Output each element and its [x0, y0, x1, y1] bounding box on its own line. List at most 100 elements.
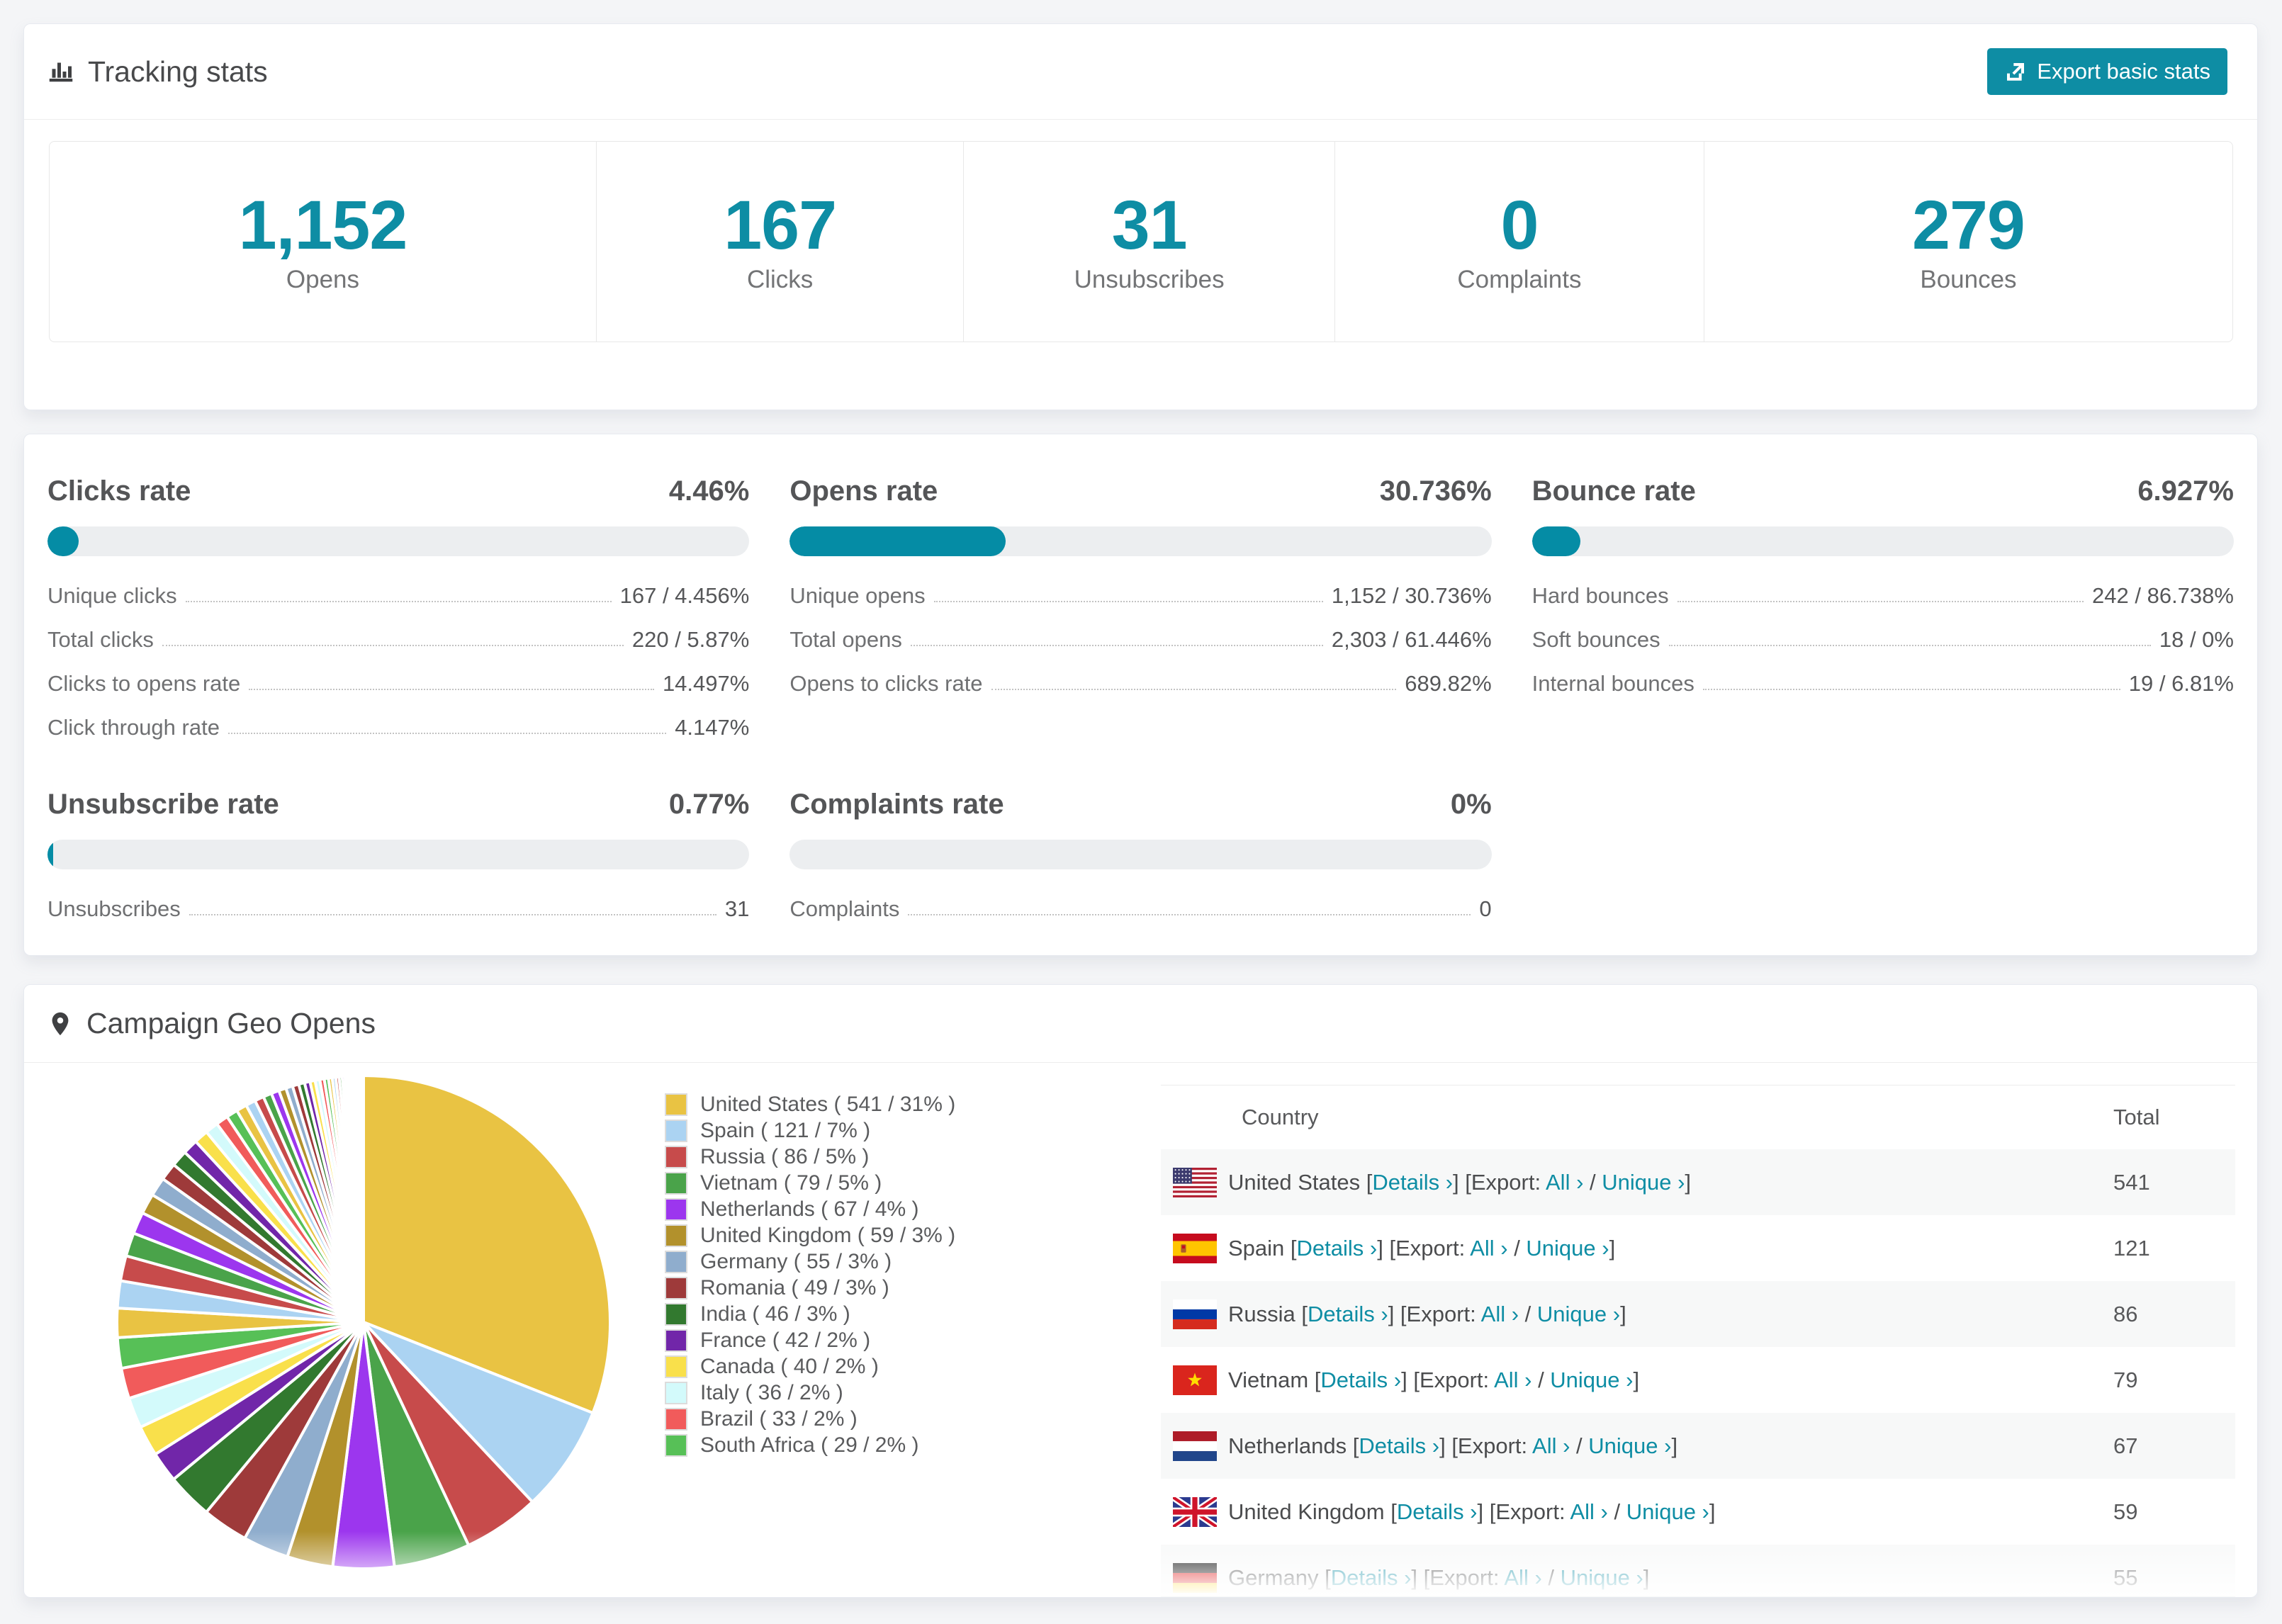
export-unique-link[interactable]: Unique ›	[1626, 1499, 1709, 1524]
detail-value: 14.497%	[662, 671, 750, 696]
rate-title: Clicks rate	[47, 475, 191, 507]
details-link[interactable]: Details ›	[1397, 1499, 1478, 1524]
export-all-link[interactable]: All ›	[1570, 1499, 1607, 1524]
total-value: 541	[2113, 1169, 2150, 1195]
summary-value-complaints: 0	[1500, 186, 1539, 264]
rate-detail-rows: Complaints 0	[789, 896, 1491, 922]
punctuation: ] [Export:	[1377, 1235, 1471, 1261]
punctuation: [	[1384, 1499, 1397, 1524]
rate-detail-row: Hard bounces 242 / 86.738%	[1532, 583, 2234, 609]
legend-swatch-france	[665, 1329, 687, 1352]
legend-swatch-germany	[665, 1250, 687, 1273]
export-all-link[interactable]: All ›	[1494, 1368, 1531, 1392]
country-cell: Russia [Details ›] [Export: All › / Uniq…	[1161, 1299, 2113, 1329]
legend-swatch-italy	[665, 1381, 687, 1404]
details-link[interactable]: Details ›	[1308, 1302, 1388, 1326]
legend-item-brazil: Brazil ( 33 / 2% )	[665, 1406, 955, 1432]
total-value: 86	[2113, 1301, 2138, 1326]
export-unique-link[interactable]: Unique ›	[1588, 1433, 1671, 1458]
flag-nl-icon	[1173, 1431, 1217, 1461]
legend-label: Russia ( 86 / 5% )	[700, 1144, 870, 1168]
details-link[interactable]: Details ›	[1320, 1368, 1401, 1392]
punctuation: /	[1607, 1499, 1626, 1524]
details-link[interactable]: Details ›	[1372, 1170, 1453, 1195]
legend-swatch-romania	[665, 1276, 687, 1299]
export-unique-link[interactable]: Unique ›	[1561, 1565, 1643, 1590]
detail-value: 4.147%	[675, 715, 750, 740]
rate-detail-row: Total clicks 220 / 5.87%	[47, 627, 749, 653]
legend-label: Romania ( 49 / 3% )	[700, 1275, 889, 1299]
dotted-leader	[908, 914, 1471, 915]
legend-swatch-india	[665, 1302, 687, 1326]
legend-swatch-spain	[665, 1119, 687, 1142]
detail-label: Unique opens	[789, 583, 926, 608]
tracking-stats-card: Tracking stats Export basic stats 1,152 O…	[23, 23, 2258, 410]
punctuation: ] [Export:	[1453, 1169, 1546, 1195]
export-all-link[interactable]: All ›	[1532, 1433, 1570, 1458]
bar-chart-icon	[47, 57, 75, 86]
punctuation: [	[1295, 1301, 1308, 1326]
rate-header: Complaints rate 0%	[789, 789, 1491, 821]
total-value: 79	[2113, 1367, 2138, 1392]
rate-detail-row: Click through rate 4.147%	[47, 715, 749, 740]
punctuation: ]	[1609, 1235, 1616, 1261]
total-value: 67	[2113, 1433, 2138, 1458]
rate-detail-row: Complaints 0	[789, 896, 1491, 922]
total-value: 121	[2113, 1235, 2150, 1261]
dotted-leader	[162, 645, 624, 646]
detail-value: 689.82%	[1405, 671, 1492, 696]
legend-item-spain: Spain ( 121 / 7% )	[665, 1117, 955, 1144]
rate-title: Bounce rate	[1531, 475, 1696, 507]
detail-value: 2,303 / 61.446%	[1331, 627, 1492, 652]
rate-value: 0%	[1450, 789, 1492, 820]
export-all-link[interactable]: All ›	[1546, 1170, 1583, 1195]
export-all-link[interactable]: All ›	[1481, 1302, 1519, 1326]
export-basic-stats-button[interactable]: Export basic stats	[1987, 48, 2227, 95]
detail-label: Total clicks	[47, 627, 154, 652]
punctuation: /	[1519, 1301, 1537, 1326]
export-icon	[2004, 60, 2027, 83]
detail-label: Unsubscribes	[47, 896, 181, 921]
export-unique-link[interactable]: Unique ›	[1526, 1236, 1609, 1261]
export-unique-link[interactable]: Unique ›	[1602, 1170, 1685, 1195]
summary-value-clicks: 167	[724, 186, 837, 264]
details-link[interactable]: Details ›	[1359, 1433, 1439, 1458]
geo-opens-pie-chart	[116, 1074, 612, 1571]
rate-detail-rows: Unique clicks 167 / 4.456% Total clicks 220…	[47, 583, 749, 740]
rate-detail-row: Total opens 2,303 / 61.446%	[789, 627, 1491, 653]
country-cell: Netherlands [Details ›] [Export: All › /…	[1161, 1431, 2113, 1461]
table-row-united-states: United States [Details ›] [Export: All ›…	[1161, 1149, 2235, 1215]
export-button-label: Export basic stats	[2037, 59, 2210, 84]
summary-label-complaints: Complaints	[1457, 265, 1582, 293]
country-name: Spain	[1228, 1235, 1285, 1261]
legend-item-russia: Russia ( 86 / 5% )	[665, 1144, 955, 1170]
punctuation: ]	[1643, 1564, 1650, 1590]
country-cell: Spain [Details ›] [Export: All › / Uniqu…	[1161, 1233, 2113, 1263]
detail-value: 31	[724, 896, 750, 921]
legend-item-romania: Romania ( 49 / 3% )	[665, 1275, 955, 1301]
table-row-vietnam: Vietnam [Details ›] [Export: All › / Uni…	[1161, 1347, 2235, 1413]
rate-value: 4.46%	[668, 475, 750, 507]
details-link[interactable]: Details ›	[1331, 1565, 1412, 1590]
rate-title: Complaints rate	[789, 789, 1004, 820]
export-unique-link[interactable]: Unique ›	[1550, 1368, 1633, 1392]
legend-swatch-canada	[665, 1355, 687, 1378]
punctuation: ]	[1633, 1367, 1640, 1392]
country-name: United States	[1228, 1169, 1361, 1195]
country-links: Vietnam [Details ›] [Export: All › / Uni…	[1228, 1368, 1639, 1393]
export-all-link[interactable]: All ›	[1470, 1236, 1507, 1261]
punctuation: ]	[1671, 1433, 1678, 1458]
tracking-stats-page: Tracking stats Export basic stats 1,152 O…	[0, 23, 2282, 1598]
table-header-row: Country Total	[1161, 1086, 2235, 1149]
export-unique-link[interactable]: Unique ›	[1537, 1302, 1620, 1326]
progress-bar-fill	[1531, 526, 1581, 556]
punctuation: ]	[1709, 1499, 1716, 1524]
geo-section-title: Campaign Geo Opens	[86, 1007, 376, 1039]
details-link[interactable]: Details ›	[1297, 1236, 1378, 1261]
detail-label: Click through rate	[47, 715, 220, 740]
export-all-link[interactable]: All ›	[1504, 1565, 1541, 1590]
rate-header: Bounce rate 6.927%	[1532, 475, 2234, 507]
dotted-leader	[227, 733, 667, 734]
punctuation: [	[1308, 1367, 1321, 1392]
rate-detail-row: Clicks to opens rate 14.497%	[47, 671, 749, 697]
